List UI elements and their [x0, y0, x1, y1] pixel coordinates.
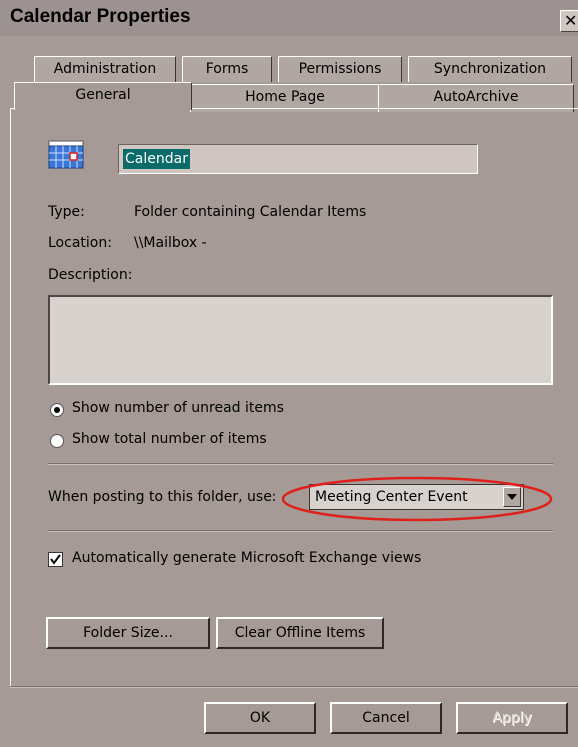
- tab-administration[interactable]: Administration: [34, 56, 176, 82]
- title-bar[interactable]: Calendar Properties ✕: [0, 0, 578, 36]
- tab-permissions[interactable]: Permissions: [278, 56, 402, 82]
- ok-button[interactable]: OK: [204, 702, 316, 734]
- posting-form-value: Meeting Center Event: [315, 489, 468, 505]
- radio-selected-dot: [54, 407, 60, 413]
- posting-form-dropdown[interactable]: Meeting Center Event: [309, 484, 524, 510]
- tab-label: Forms: [205, 61, 249, 77]
- location-value: \\Mailbox -: [134, 235, 207, 251]
- tab-label: General: [75, 87, 131, 103]
- tab-label: Permissions: [298, 61, 382, 77]
- clear-offline-button[interactable]: Clear Offline Items: [216, 617, 384, 649]
- type-value: Folder containing Calendar Items: [134, 204, 367, 220]
- close-button[interactable]: ✕: [560, 10, 578, 32]
- cancel-button[interactable]: Cancel: [330, 702, 442, 734]
- general-panel: [10, 108, 578, 688]
- type-label: Type:: [48, 204, 85, 220]
- description-label: Description:: [48, 267, 133, 283]
- tab-general[interactable]: General: [14, 82, 192, 110]
- dropdown-arrow-button[interactable]: [503, 487, 521, 507]
- folder-size-button[interactable]: Folder Size...: [46, 617, 210, 649]
- folder-name-value: Calendar: [123, 149, 190, 169]
- footer-separator: [10, 686, 578, 688]
- show-unread-radio[interactable]: [50, 403, 64, 417]
- button-label: Cancel: [362, 710, 410, 726]
- separator: [48, 530, 553, 532]
- tab-synchronization[interactable]: Synchronization: [408, 56, 572, 82]
- auto-views-label: Automatically generate Microsoft Exchang…: [72, 550, 422, 566]
- close-icon: ✕: [564, 11, 578, 30]
- checkmark-icon: [50, 554, 61, 565]
- folder-name-field[interactable]: Calendar: [118, 144, 478, 174]
- description-field[interactable]: [48, 295, 553, 385]
- calendar-icon: [48, 140, 84, 170]
- window-title: Calendar Properties: [10, 6, 191, 27]
- chevron-down-icon: [507, 494, 517, 500]
- separator: [48, 463, 553, 465]
- button-label: OK: [249, 710, 271, 726]
- button-label: Apply: [492, 710, 532, 726]
- location-label: Location:: [48, 235, 112, 251]
- apply-button[interactable]: Apply: [456, 702, 568, 734]
- tab-label: Home Page: [245, 89, 325, 105]
- tab-label: Administration: [53, 61, 157, 77]
- button-label: Clear Offline Items: [234, 625, 366, 641]
- tab-forms[interactable]: Forms: [182, 56, 272, 82]
- show-total-radio[interactable]: [50, 434, 64, 448]
- posting-label: When posting to this folder, use:: [48, 489, 277, 505]
- tab-label: Synchronization: [433, 61, 547, 77]
- tab-label: AutoArchive: [433, 89, 519, 105]
- show-total-label: Show total number of items: [72, 431, 267, 447]
- show-unread-label: Show number of unread items: [72, 400, 284, 416]
- button-label: Folder Size...: [83, 625, 173, 641]
- auto-views-checkbox[interactable]: [48, 552, 63, 567]
